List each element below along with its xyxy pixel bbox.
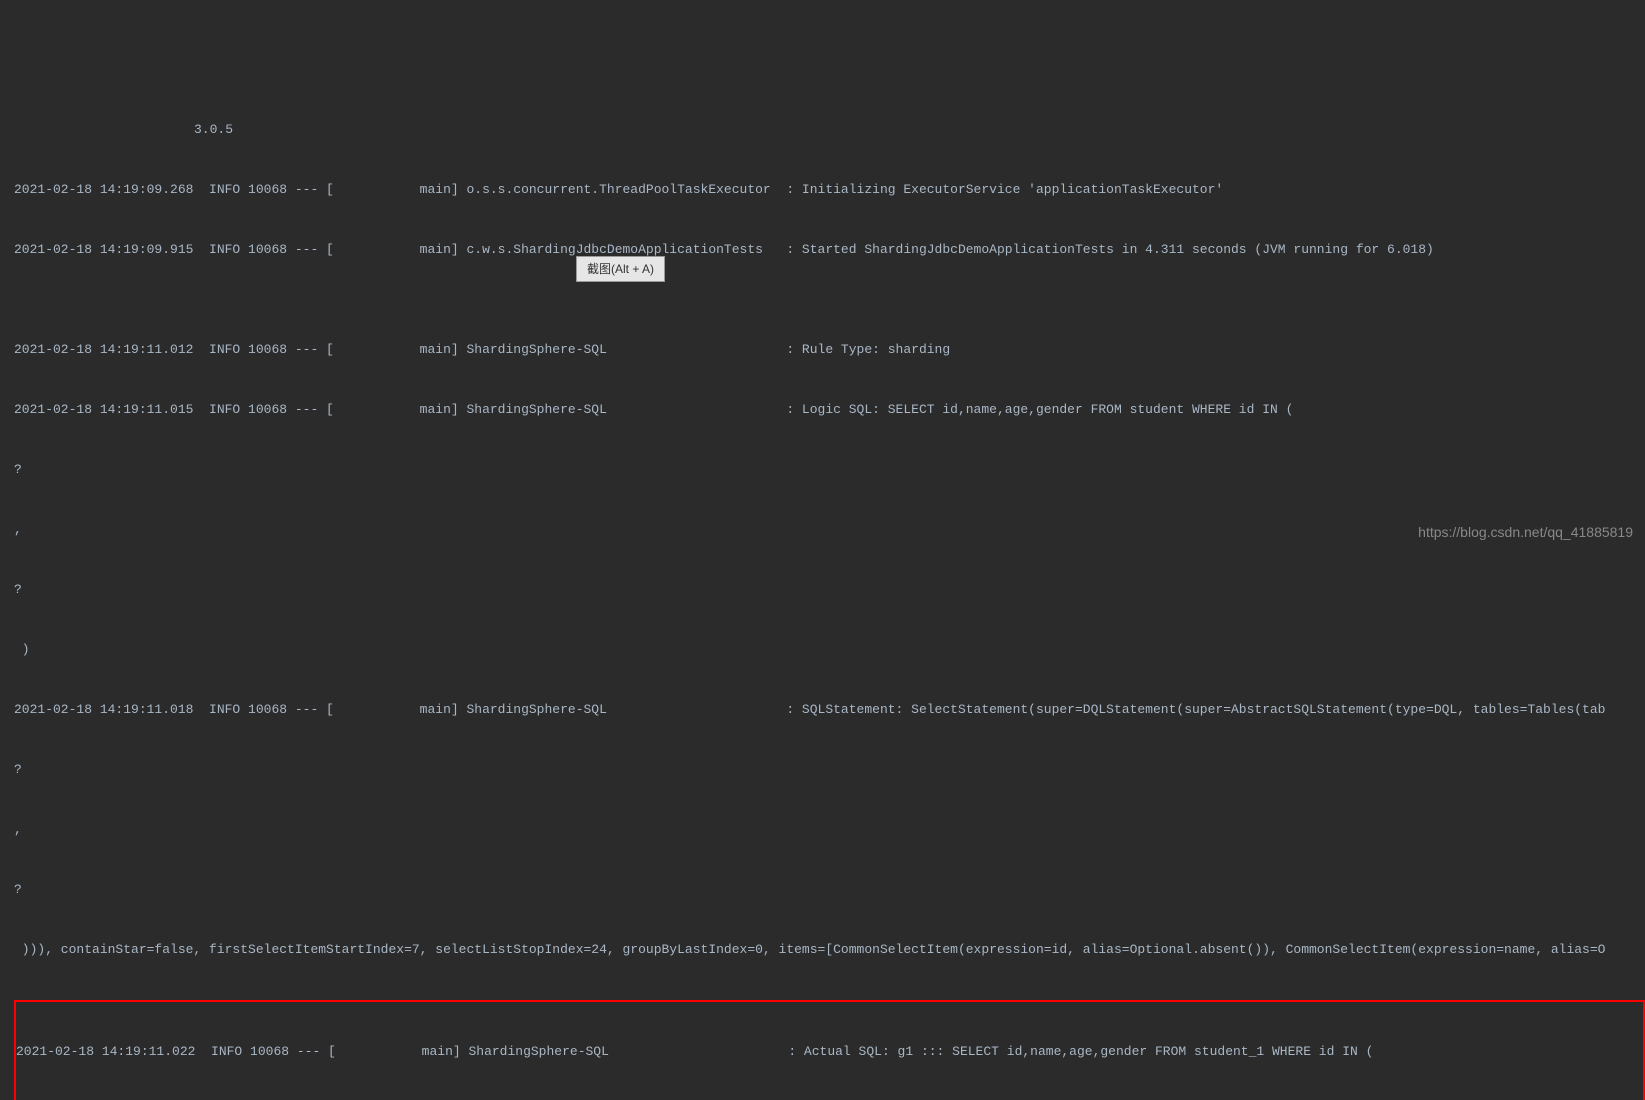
highlight-box-1: 2021-02-18 14:19:11.022 INFO 10068 --- [… [14, 1000, 1645, 1100]
log-line: 2021-02-18 14:19:11.012 INFO 10068 --- [… [14, 340, 1645, 360]
log-line: ? [14, 760, 1645, 780]
log-line: , [14, 820, 1645, 840]
log-line: ))), containStar=false, firstSelectItemS… [14, 940, 1645, 960]
log-line: ? [14, 580, 1645, 600]
log-line: ? [14, 880, 1645, 900]
screenshot-tooltip: 截图(Alt + A) [576, 256, 665, 282]
log-line: , [14, 520, 1645, 540]
log-line: 2021-02-18 14:19:11.022 INFO 10068 --- [… [16, 1042, 1643, 1062]
log-line: 2021-02-18 14:19:09.268 INFO 10068 --- [… [14, 180, 1645, 200]
log-line: 2021-02-18 14:19:11.015 INFO 10068 --- [… [14, 400, 1645, 420]
watermark-text: https://blog.csdn.net/qq_41885819 [1418, 522, 1633, 542]
log-line: ) [14, 640, 1645, 660]
console-log-output: 3.0.5 2021-02-18 14:19:09.268 INFO 10068… [0, 80, 1645, 1100]
version-text: 3.0.5 [14, 120, 1645, 140]
log-line: ? [14, 460, 1645, 480]
log-line: 2021-02-18 14:19:11.018 INFO 10068 --- [… [14, 700, 1645, 720]
log-line: 2021-02-18 14:19:09.915 INFO 10068 --- [… [14, 240, 1645, 260]
